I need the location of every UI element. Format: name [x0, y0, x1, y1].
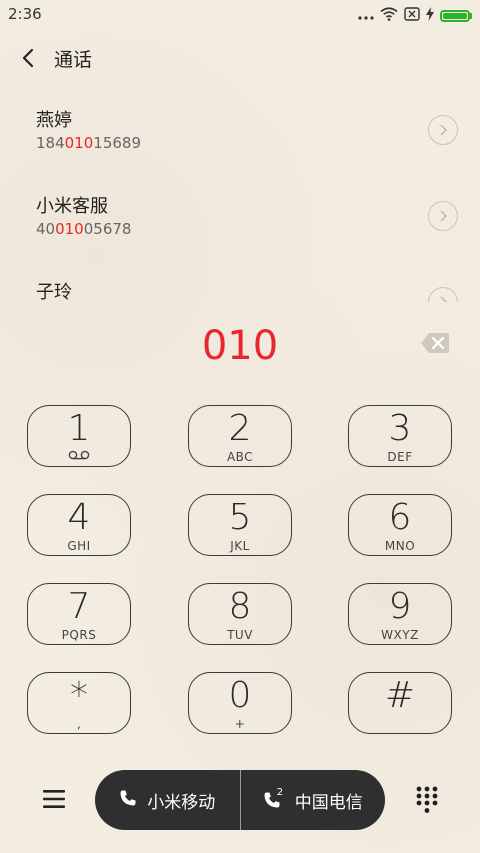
key-digit: 4 [67, 497, 91, 538]
key-8[interactable]: 8 TUV [188, 583, 292, 645]
page-title: 通话 [54, 49, 93, 71]
key-letters: JKL [230, 539, 250, 553]
wifi-icon [380, 6, 398, 25]
sim1-label: 小米移动 [147, 792, 216, 813]
status-time: 2:36 [8, 5, 42, 23]
number-prefix: 184 [36, 134, 65, 152]
call-sim-selector: 小米移动 2 中国电信 [95, 770, 385, 830]
back-icon[interactable] [14, 44, 42, 72]
sim2-index: 2 [276, 787, 284, 798]
chevron-right-icon [440, 124, 447, 136]
phone-icon [119, 789, 137, 812]
contact-name: 子玲 [36, 282, 72, 302]
key-letters: , [76, 717, 82, 731]
key-digit: 5 [228, 497, 252, 538]
chevron-right-icon [440, 296, 447, 302]
key-digit: 9 [388, 586, 412, 627]
contact-name: 小米客服 [36, 196, 108, 217]
battery-icon [440, 9, 472, 22]
key-letters: WXYZ [381, 628, 419, 642]
key-hash[interactable]: # [348, 672, 452, 734]
key-7[interactable]: 7 PQRS [27, 583, 131, 645]
status-bar: 2:36 [0, 0, 480, 28]
charging-icon [426, 6, 434, 25]
key-digit: 8 [228, 586, 252, 627]
key-1[interactable]: 1 [27, 405, 131, 467]
number-suffix: 15689 [93, 134, 141, 152]
key-letters: TUV [227, 628, 253, 642]
sim2-label: 中国电信 [294, 792, 363, 813]
contact-number: 4001005678 [36, 220, 131, 238]
status-icons [358, 6, 472, 25]
number-match: 010 [64, 134, 94, 152]
contact-item[interactable]: 燕婷 18401015689 [0, 92, 480, 178]
contact-item[interactable]: 小米客服 4001005678 [0, 178, 480, 264]
key-letters: GHI [67, 539, 91, 553]
key-5[interactable]: 5 JKL [188, 494, 292, 556]
number-prefix: 40 [36, 220, 56, 238]
key-digit: 6 [388, 497, 412, 538]
key-0[interactable]: 0 + [188, 672, 292, 734]
key-digit: * [70, 675, 88, 716]
dialpad-icon[interactable] [416, 786, 438, 814]
contact-suggestion-list: 燕婷 18401015689 小米客服 4001005678 子玲 [0, 92, 480, 302]
key-2[interactable]: 2 ABC [188, 405, 292, 467]
contact-detail-button[interactable] [428, 287, 458, 302]
key-6[interactable]: 6 MNO [348, 494, 452, 556]
voicemail-icon [28, 450, 130, 460]
key-letters: + [234, 717, 246, 731]
more-dots-icon [358, 6, 374, 25]
dialed-number-display: 010 [201, 323, 279, 369]
battery-fill [443, 12, 467, 19]
contact-item[interactable]: 子玲 [0, 264, 480, 302]
key-digit: 0 [228, 675, 252, 716]
key-digit: 7 [67, 586, 91, 627]
key-letters: MNO [384, 539, 416, 553]
key-9[interactable]: 9 WXYZ [348, 583, 452, 645]
menu-icon[interactable] [42, 788, 66, 810]
key-4[interactable]: 4 GHI [27, 494, 131, 556]
call-sim1-button[interactable]: 小米移动 [95, 770, 240, 830]
key-digit: 2 [228, 408, 252, 449]
contact-number: 18401015689 [36, 134, 141, 152]
backspace-icon[interactable] [420, 332, 450, 354]
key-3[interactable]: 3 DEF [348, 405, 452, 467]
chevron-right-icon [440, 210, 447, 222]
contact-detail-button[interactable] [428, 115, 458, 145]
key-letters: PQRS [61, 628, 97, 642]
key-letters: ABC [226, 450, 254, 464]
number-suffix: 05678 [83, 220, 132, 238]
call-sim2-button[interactable]: 2 中国电信 [241, 770, 386, 830]
no-sim-icon [404, 6, 420, 25]
contact-name: 燕婷 [36, 110, 72, 131]
contact-detail-button[interactable] [428, 201, 458, 231]
bottom-bar: 小米移动 2 中国电信 [0, 770, 480, 830]
key-digit: 3 [388, 408, 412, 449]
number-match: 010 [55, 220, 84, 238]
key-digit: # [384, 675, 416, 716]
key-star[interactable]: * , [27, 672, 131, 734]
key-digit: 1 [67, 408, 91, 449]
header: 通话 [0, 38, 480, 78]
key-letters: DEF [387, 450, 413, 464]
phone-sim2-icon: 2 [263, 787, 285, 809]
